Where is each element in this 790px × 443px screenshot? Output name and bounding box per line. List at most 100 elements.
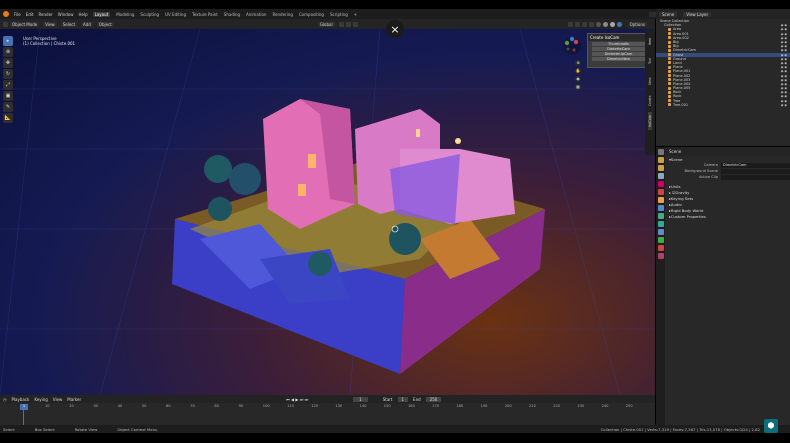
workspace-tab-scripting[interactable]: Scripting (330, 12, 348, 17)
keying-menu[interactable]: Keying (34, 397, 47, 402)
editor-type-icon[interactable]: ◷ (3, 397, 7, 402)
render-properties-icon[interactable] (657, 157, 664, 163)
proportional-edit-icon[interactable] (352, 21, 358, 27)
pan-icon[interactable]: ✋ (575, 68, 581, 74)
xray-icon[interactable] (588, 21, 594, 27)
tab-isocam[interactable]: IsoCam (648, 112, 652, 130)
modifier-properties-icon[interactable] (657, 205, 664, 211)
menu-file[interactable]: File (14, 12, 21, 17)
editor-type-icon[interactable] (3, 21, 8, 27)
isocam-dimetric-button[interactable]: DietetteCam (592, 47, 645, 51)
scene-properties-icon[interactable] (657, 181, 664, 187)
object-menu[interactable]: Object (96, 21, 114, 27)
tab-create[interactable]: Create (648, 92, 652, 110)
mesh-icon (668, 90, 671, 94)
tab-item[interactable]: Item (648, 32, 652, 50)
end-frame-field[interactable]: 250 (425, 396, 442, 402)
material-properties-icon[interactable] (657, 245, 664, 251)
isocam-thumbnails-button[interactable]: Thumbnails (592, 42, 645, 46)
menu-render[interactable]: Render (38, 12, 52, 17)
move-tool-icon[interactable]: ✥ (3, 58, 13, 68)
shading-wireframe-icon[interactable] (595, 21, 601, 27)
3d-viewport[interactable] (0, 29, 655, 395)
playhead[interactable]: 1 (20, 404, 28, 410)
marker-menu[interactable]: Marker (67, 397, 81, 402)
navigation-gizmo-icon[interactable] (562, 36, 582, 56)
transform-orientation-selector[interactable]: Global (317, 21, 335, 27)
isocam-dimetric-up-button[interactable]: DietetteUpCam (592, 52, 645, 56)
start-frame-field[interactable]: 1 (397, 396, 409, 402)
zoom-icon[interactable]: ⊕ (575, 60, 581, 66)
pivot-icon[interactable] (338, 21, 344, 27)
view-menu[interactable]: View (53, 397, 63, 402)
eye-icon[interactable]: ◉ ◉ (781, 103, 787, 107)
playback-controls[interactable]: ⏮ ◀ ▶ ⏭ ⏭ (286, 397, 308, 402)
output-properties-icon[interactable] (657, 165, 664, 171)
scene-field[interactable]: Scene (659, 11, 678, 17)
constraints-properties-icon[interactable] (657, 229, 664, 235)
view-layer-field[interactable]: View Layer (683, 11, 712, 17)
object-properties-icon[interactable] (657, 197, 664, 203)
blender-logo-icon[interactable] (3, 11, 9, 17)
rotate-tool-icon[interactable]: ↻ (3, 69, 13, 79)
select-box-tool-icon[interactable]: ▸ (3, 36, 13, 46)
workspace-tab-shading[interactable]: Shading (224, 12, 240, 17)
transform-tool-icon[interactable]: ▣ (3, 91, 13, 101)
frame-ruler[interactable]: 10 20 30 40 50 60 70 80 90 100 110 120 130 140 150 160 1… (0, 404, 655, 410)
workspace-tab-texture-paint[interactable]: Texture Paint (192, 12, 218, 17)
cursor-tool-icon[interactable]: ⊕ (3, 47, 13, 57)
isocam-dimetric-new-button[interactable]: DimetricNew (592, 57, 645, 61)
world-properties-icon[interactable] (657, 189, 664, 195)
measure-tool-icon[interactable]: 📐 (3, 113, 13, 123)
menu-help[interactable]: Help (78, 12, 87, 17)
workspace-tab-uv-editing[interactable]: UV Editing (165, 12, 186, 17)
mesh-icon (668, 69, 671, 73)
frame-tick-label: 190 (480, 404, 488, 408)
add-menu[interactable]: Add (81, 21, 93, 27)
workspace-tab-layout[interactable]: Layout (92, 11, 111, 17)
tab-tool[interactable]: Tool (648, 52, 652, 70)
shading-rendered-icon[interactable] (616, 21, 622, 27)
overlay-icon[interactable] (581, 21, 587, 27)
workspace-tab-modeling[interactable]: Modeling (116, 12, 134, 17)
mode-selector[interactable]: Object Mode (10, 21, 40, 27)
menu-window[interactable]: Window (58, 12, 74, 17)
custom-properties-panel-header[interactable]: ▸ Custom Properties (666, 213, 790, 219)
shading-material-icon[interactable] (609, 21, 615, 27)
texture-properties-icon[interactable] (657, 253, 664, 259)
outliner-row[interactable]: Tree.001 ◉ ◉ (656, 103, 790, 107)
workspace-tab-compositing[interactable]: Compositing (299, 12, 324, 17)
select-menu[interactable]: Select (60, 21, 78, 27)
shading-solid-icon[interactable] (602, 21, 608, 27)
timeline[interactable]: ◷ Playback Keying View Marker ⏮ ◀ ▶ ⏭ ⏭ … (0, 395, 655, 425)
background-scene-input[interactable] (721, 168, 790, 174)
view-layer-properties-icon[interactable] (657, 173, 664, 179)
options-button[interactable]: Options (627, 21, 647, 27)
snap-icon[interactable] (345, 21, 351, 27)
status-rotate-view-hint: Rotate View (74, 426, 98, 432)
playback-menu[interactable]: Playback (12, 397, 30, 402)
active-clip-input[interactable] (721, 174, 790, 180)
workspace-tab-rendering[interactable]: Rendering (272, 12, 292, 17)
camera-input[interactable]: DimetricCam (721, 162, 790, 168)
physics-properties-icon[interactable] (657, 221, 664, 227)
gizmo-icon[interactable] (574, 21, 580, 27)
tool-properties-icon[interactable] (657, 149, 664, 155)
menu-edit[interactable]: Edit (26, 12, 34, 17)
workspace-tab-sculpting[interactable]: Sculpting (140, 12, 159, 17)
frame-tick-label: 130 (335, 404, 343, 408)
annotate-tool-icon[interactable]: ✎ (3, 102, 13, 112)
camera-view-icon[interactable]: ◉ (575, 76, 581, 82)
scale-tool-icon[interactable]: ⤢ (3, 80, 13, 90)
tab-view[interactable]: View (648, 72, 652, 90)
current-frame-field[interactable]: 1 (353, 396, 368, 402)
particles-properties-icon[interactable] (657, 213, 664, 219)
ortho-toggle-icon[interactable]: ▦ (575, 84, 581, 90)
close-icon[interactable]: × (386, 20, 404, 38)
data-properties-icon[interactable] (657, 237, 664, 243)
workspace-tab-animation[interactable]: Animation (246, 12, 266, 17)
add-workspace-button[interactable]: + (354, 12, 357, 17)
frame-tick-label: 90 (238, 404, 244, 408)
visibility-icon[interactable] (567, 21, 573, 27)
view-menu[interactable]: View (43, 21, 57, 27)
